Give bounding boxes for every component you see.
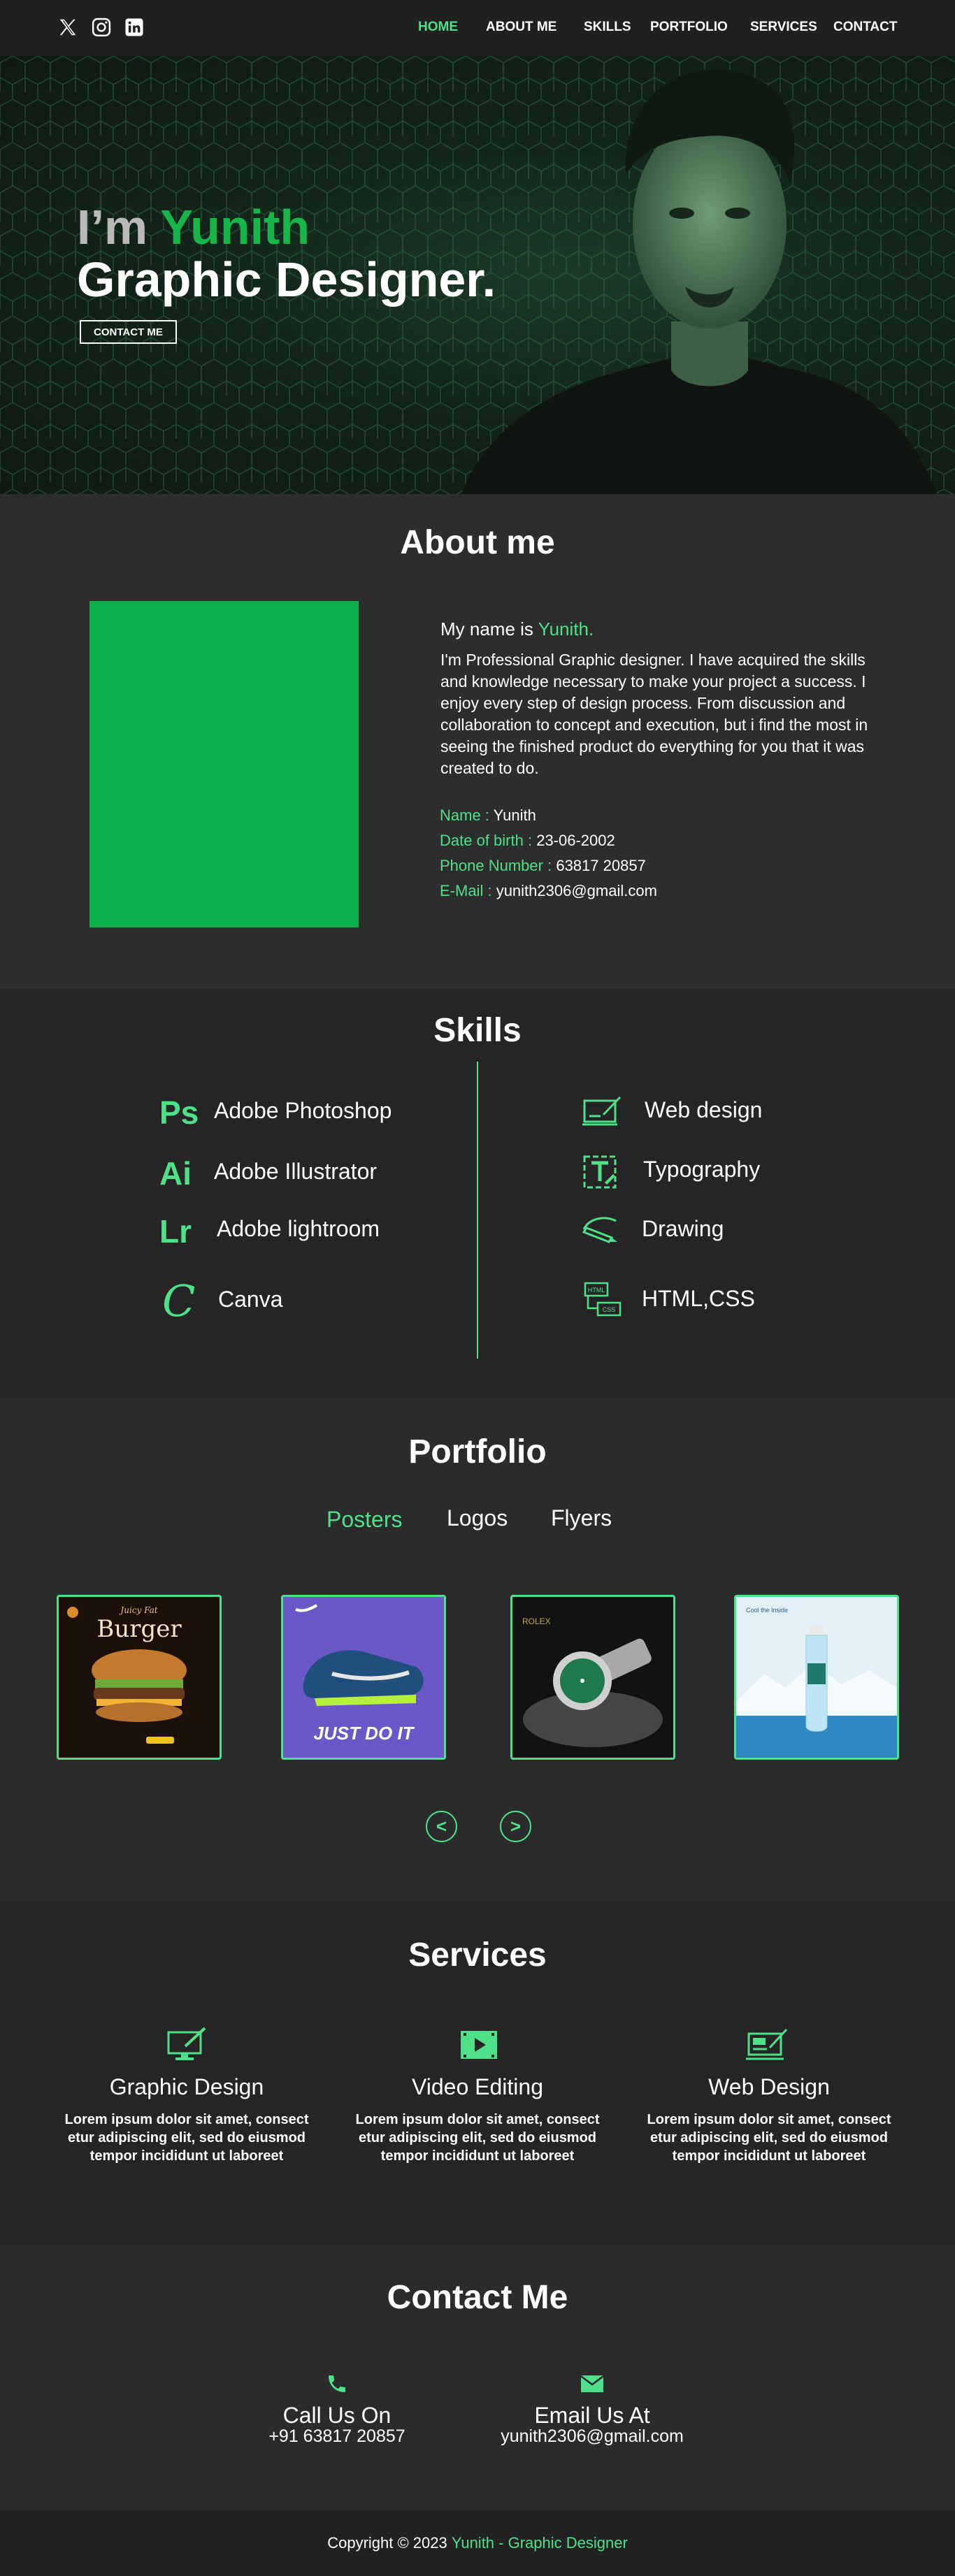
email-us-label: Email Us At: [534, 2403, 650, 2428]
info-name: Name : Yunith: [440, 806, 536, 824]
phone-value[interactable]: +91 63817 20857: [197, 2426, 477, 2447]
web-design-service-icon: [746, 2028, 788, 2060]
service-title-video-editing: Video Editing: [412, 2074, 543, 2099]
nav-skills[interactable]: SKILLS: [584, 20, 631, 35]
service-text-video-editing: Lorem ipsum dolor sit amet, consect etur…: [355, 2112, 600, 2164]
service-text-graphic-design: Lorem ipsum dolor sit amet, consect etur…: [64, 2112, 309, 2164]
burger-caption-top: Juicy Fat: [120, 1605, 158, 1615]
services-title: Services: [408, 1937, 547, 1974]
skill-html-css: HTML,CSS: [642, 1286, 755, 1311]
hero-role: Graphic Designer.: [77, 252, 496, 307]
x-icon[interactable]: [56, 15, 80, 39]
canva-icon: C: [162, 1275, 196, 1326]
about-title: About me: [400, 524, 555, 561]
skill-lightroom: Adobe lightroom: [217, 1216, 380, 1241]
call-us-label: Call Us On: [282, 2403, 392, 2428]
portfolio-title: Portfolio: [408, 1433, 547, 1470]
skill-illustrator: Adobe Illustrator: [214, 1159, 378, 1184]
instagram-icon[interactable]: [89, 15, 113, 39]
nav-services[interactable]: SERVICES: [750, 20, 817, 35]
about-section: About me My name is Yunith. I'm Professi…: [0, 494, 955, 989]
tab-posters[interactable]: Posters: [326, 1507, 402, 1533]
skill-photoshop: Adobe Photoshop: [214, 1098, 392, 1123]
web-design-icon: [582, 1096, 622, 1126]
skills-section: Skills Ps Adobe Photoshop Ai Adobe Illus…: [0, 989, 955, 1398]
nav-portfolio[interactable]: PORTFOLIO: [650, 20, 728, 35]
linkedin-icon[interactable]: [122, 15, 146, 39]
tab-logos[interactable]: Logos: [447, 1505, 508, 1531]
portrait-image: [461, 68, 937, 494]
mail-icon: [580, 2375, 604, 2392]
lightroom-icon: Lr: [159, 1213, 192, 1250]
nav-home[interactable]: HOME: [418, 20, 458, 35]
drawing-icon: [582, 1217, 617, 1243]
footer-brand: Yunith - Graphic Designer: [451, 2534, 628, 2552]
bottle-caption: Cool the Inside: [746, 1607, 789, 1614]
info-email: E-Mail : yunith2306@gmail.com: [440, 882, 657, 899]
shoe-caption: JUST DO IT: [313, 1723, 414, 1744]
carousel-next-button[interactable]: >: [500, 1811, 531, 1842]
svg-text:CSS: CSS: [603, 1306, 616, 1313]
hero-greeting: I’m Yunith: [77, 200, 310, 254]
footer: Copyright © 2023 Yunith - Graphic Design…: [0, 2510, 955, 2576]
info-dob: Date of birth : 23-06-2002: [440, 832, 615, 849]
service-text-web-design: Lorem ipsum dolor sit amet, consect etur…: [647, 2112, 891, 2164]
phone-icon: [329, 2375, 345, 2392]
about-photo: [89, 601, 359, 927]
skills-divider: [477, 1062, 478, 1359]
service-title-web-design: Web Design: [708, 2074, 830, 2099]
carousel-prev-button[interactable]: <: [426, 1811, 457, 1842]
video-editing-icon: [461, 2031, 497, 2059]
nav-about-me[interactable]: ABOUT ME: [486, 20, 557, 35]
skill-web-design: Web design: [645, 1097, 763, 1122]
hero-section: I’m Yunith Graphic Designer. CONTACT ME: [0, 56, 955, 494]
portfolio-card-watch[interactable]: ROLEX: [510, 1595, 675, 1760]
skill-drawing: Drawing: [642, 1216, 724, 1241]
tab-flyers[interactable]: Flyers: [551, 1505, 612, 1531]
nav-contact[interactable]: CONTACT: [833, 20, 897, 35]
about-intro: My name is Yunith.: [440, 618, 594, 639]
portfolio-card-bottle[interactable]: Cool the Inside: [734, 1595, 899, 1760]
portfolio-card-burger[interactable]: Juicy Fat Burger: [57, 1595, 222, 1760]
typography-icon: [583, 1155, 617, 1189]
skills-title: Skills: [433, 1012, 522, 1049]
contact-title: Contact Me: [387, 2279, 568, 2316]
portfolio-section: Portfolio Posters Logos Flyers Juicy Fat…: [0, 1398, 955, 1901]
watch-caption: ROLEX: [522, 1616, 551, 1626]
svg-text:HTML: HTML: [588, 1287, 605, 1294]
copyright-text: Copyright © 2023: [327, 2534, 447, 2552]
email-value[interactable]: yunith2306@gmail.com: [452, 2426, 732, 2447]
illustrator-icon: Ai: [159, 1155, 192, 1192]
contact-me-button[interactable]: CONTACT ME: [80, 320, 177, 344]
photoshop-icon: Ps: [159, 1094, 199, 1131]
top-navbar: HOME ABOUT ME SKILLS PORTFOLIO SERVICES …: [0, 0, 955, 56]
hero-name: Yunith: [160, 200, 310, 254]
graphic-design-icon: [167, 2027, 206, 2060]
about-bio: I'm Professional Graphic designer. I hav…: [440, 651, 868, 777]
services-section: Services Graphic Design Lorem ipsum dolo…: [0, 1901, 955, 2245]
skill-typography: Typography: [643, 1157, 761, 1182]
about-intro-name: Yunith.: [538, 618, 594, 639]
water-bottle-poster-image: [736, 1597, 897, 1758]
contact-section: Contact Me Call Us On +91 63817 20857 Em…: [0, 2245, 955, 2510]
service-title-graphic-design: Graphic Design: [109, 2074, 264, 2099]
burger-caption: Burger: [96, 1615, 182, 1643]
portfolio-card-shoe[interactable]: JUST DO IT: [281, 1595, 446, 1760]
html-css-icon: HTML CSS: [584, 1282, 622, 1317]
info-phone: Phone Number : 63817 20857: [440, 857, 646, 874]
skill-canva: Canva: [218, 1287, 283, 1312]
